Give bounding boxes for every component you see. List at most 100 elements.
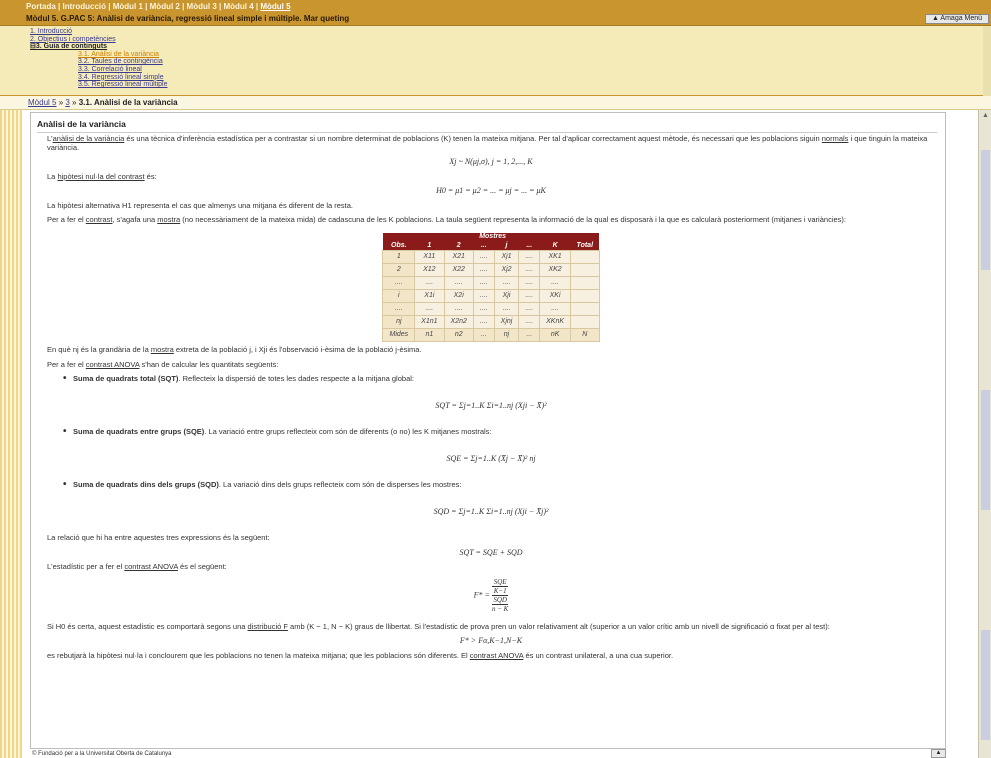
table-cell: X2i bbox=[443, 289, 474, 303]
table-cell: X1i bbox=[414, 289, 445, 303]
link-distribucio-f[interactable]: distribució F bbox=[248, 622, 288, 631]
table-cell: .... bbox=[414, 302, 445, 316]
module-title: Mòdul 5. G.PAC 5: Anàlisi de variància, … bbox=[26, 14, 350, 23]
table-cell: i bbox=[382, 289, 416, 303]
table-cell: .... bbox=[518, 315, 541, 329]
content-frame: Anàlisi de la variància L'anàlisi de la … bbox=[30, 112, 946, 749]
link-contrast-anova-2[interactable]: contrast ANOVA bbox=[124, 562, 178, 571]
table-cell: .... bbox=[382, 276, 416, 290]
table-cell: .... bbox=[472, 289, 495, 303]
table-header-row: Obs. 1 2 ... j ... K Total bbox=[382, 241, 600, 251]
nav-modul-3[interactable]: Mòdul 3 bbox=[187, 2, 217, 11]
anova-intro: Per a fer el contrast ANOVA s'han de cal… bbox=[47, 359, 279, 369]
table-cell: .... bbox=[443, 302, 474, 316]
f-lhs: F* = bbox=[473, 589, 490, 599]
samples-table: Mostres Obs. 1 2 ... j ... K Total 1 X11 X… bbox=[382, 232, 600, 342]
f-num-top: SQE bbox=[493, 577, 507, 586]
col-header: 1 bbox=[414, 241, 445, 251]
table-cell: .... bbox=[518, 250, 541, 264]
scrollbar-thumb[interactable] bbox=[981, 390, 990, 510]
sample-paragraph: Per a fer el contrast, s'agafa una mostr… bbox=[47, 215, 846, 224]
page-scrollbar[interactable]: ▲ bbox=[978, 110, 991, 758]
table-cell: Mides bbox=[382, 328, 416, 342]
table-cell: X22 bbox=[443, 263, 474, 277]
table-cell: .... bbox=[539, 276, 572, 290]
table-cell bbox=[570, 250, 600, 264]
table-cell: .... bbox=[382, 302, 416, 316]
table-cell bbox=[570, 315, 600, 329]
content-body: L'anàlisi de la variància és una tècnica… bbox=[47, 134, 935, 666]
toc-guia-continguts[interactable]: ⊟3. Guia de continguts bbox=[30, 43, 168, 51]
table-group-header: Mostres bbox=[414, 232, 571, 242]
link-contrast-anova-3[interactable]: contrast ANOVA bbox=[470, 651, 524, 660]
table-cell: Xj2 bbox=[493, 263, 520, 277]
link-mostra-2[interactable]: mostra bbox=[151, 345, 174, 354]
nav-portada[interactable]: Portada bbox=[26, 2, 56, 11]
list-item-sqt: Suma de quadrats total (SQT). Reflecteix… bbox=[63, 374, 935, 384]
nav-modul-1[interactable]: Mòdul 1 bbox=[113, 2, 143, 11]
link-contrast[interactable]: contrast bbox=[86, 215, 113, 224]
scroll-up-icon[interactable]: ▲ bbox=[980, 112, 991, 119]
module-nav: Portada | Introducció | Mòdul 1 | Mòdul … bbox=[26, 2, 291, 11]
table-cell: .... bbox=[518, 302, 541, 316]
table-cell: XKnK bbox=[539, 315, 572, 329]
table-of-contents: 1. Introducció 2. Objectius i competènci… bbox=[30, 28, 168, 89]
divider bbox=[37, 132, 937, 133]
toc-scrollbar[interactable] bbox=[983, 26, 991, 96]
table-cell: X12 bbox=[414, 263, 445, 277]
link-normals[interactable]: normals bbox=[822, 134, 849, 143]
scrollbar-thumb[interactable] bbox=[981, 630, 990, 740]
table-cell: .... bbox=[472, 263, 495, 277]
table-row: ............................ bbox=[382, 276, 600, 290]
formula-normal: Xj ~ N(μj,σ), j = 1, 2,..., K bbox=[449, 157, 533, 166]
formula-sqt: SQT = Σj=1..K Σi=1..nj (Xji − X̄)² bbox=[435, 400, 547, 410]
table-cell: .... bbox=[472, 302, 495, 316]
breadcrumb-separator: » bbox=[69, 98, 79, 107]
formula-f-statistic: F* = SQE K−1 SQD n − K bbox=[47, 578, 935, 613]
table-cell: Xjnj bbox=[493, 315, 520, 329]
table-cell: 1 bbox=[382, 250, 416, 264]
formula-sqd: SQD = Σj=1..K Σi=1..nj (Xji − X̄j)² bbox=[433, 506, 549, 516]
formula-relation: SQT = SQE + SQD bbox=[459, 547, 523, 557]
toc-taules-contingencia[interactable]: 3.2. Taules de contingència bbox=[30, 58, 168, 66]
link-mostra[interactable]: mostra bbox=[157, 215, 180, 224]
table-row: 1 X11 X21.... Xj1.... XK1 bbox=[382, 250, 600, 264]
col-header: j bbox=[494, 241, 519, 251]
table-cell bbox=[570, 302, 600, 316]
nav-modul-4[interactable]: Mòdul 4 bbox=[223, 2, 253, 11]
list-item-sqd: Suma de quadrats dins dels grups (SQD). … bbox=[63, 480, 935, 490]
link-contrast-anova[interactable]: contrast ANOVA bbox=[86, 360, 140, 369]
conclusion-paragraph: es rebutjarà la hipòtesi nul·la i conclo… bbox=[47, 650, 674, 660]
table-cell: Xj1 bbox=[493, 250, 520, 264]
table-row-mides: Mides n1 n2 ... nj ... nK N bbox=[382, 328, 600, 342]
hide-menu-button[interactable]: ▲ Amaga Menú bbox=[925, 14, 989, 24]
toc-objectius[interactable]: 2. Objectius i competències bbox=[30, 36, 168, 44]
col-header: Total bbox=[570, 241, 600, 251]
table-cell: X21 bbox=[443, 250, 474, 264]
statistic-paragraph: L'estadístic per a fer el contrast ANOVA… bbox=[47, 562, 227, 571]
nav-modul-5[interactable]: Mòdul 5 bbox=[260, 2, 290, 11]
table-cell: nK bbox=[539, 328, 572, 342]
toc-analisi-variancia[interactable]: 3.1. Anàlisi de la variància bbox=[30, 51, 168, 59]
relation-paragraph: La relació que hi ha entre aquestes tres… bbox=[47, 533, 270, 542]
toc-introduccio[interactable]: 1. Introducció bbox=[30, 28, 168, 36]
link-hipotesi-nulla[interactable]: hipòtesi nul·la del contrast bbox=[57, 172, 144, 181]
toc-correlacio-lineal[interactable]: 3.3. Correlació lineal bbox=[30, 66, 168, 74]
table-cell: .... bbox=[539, 302, 572, 316]
formula-sqe: SQE = Σj=1..K (X̄j − X̄)² nj bbox=[446, 453, 536, 463]
nav-modul-2[interactable]: Mòdul 2 bbox=[150, 2, 180, 11]
col-header: 2 bbox=[444, 241, 474, 251]
sums-list: Suma de quadrats total (SQT). Reflecteix… bbox=[63, 374, 935, 384]
scroll-top-icon[interactable]: ▲ bbox=[931, 749, 946, 758]
table-cell: X2n2 bbox=[443, 315, 474, 329]
table-cell: .... bbox=[472, 250, 495, 264]
scrollbar-thumb[interactable] bbox=[981, 150, 990, 270]
breadcrumb-modul-5[interactable]: Mòdul 5 bbox=[28, 98, 56, 107]
breadcrumb-current: 3.1. Anàlisi de la variància bbox=[78, 98, 178, 107]
table-cell: XKi bbox=[539, 289, 572, 303]
table-row: nj X1n1 X2n2.... Xjnj.... XKnK bbox=[382, 315, 600, 329]
nav-introduccio[interactable]: Introducció bbox=[62, 2, 106, 11]
alt-hypothesis-paragraph: La hipòtesi alternativa H1 representa el… bbox=[47, 200, 354, 210]
toc-regressio-multiple[interactable]: 3.5. Regressió lineal múltiple bbox=[30, 81, 168, 89]
toc-regressio-simple[interactable]: 3.4. Regressió lineal simple bbox=[30, 74, 168, 82]
